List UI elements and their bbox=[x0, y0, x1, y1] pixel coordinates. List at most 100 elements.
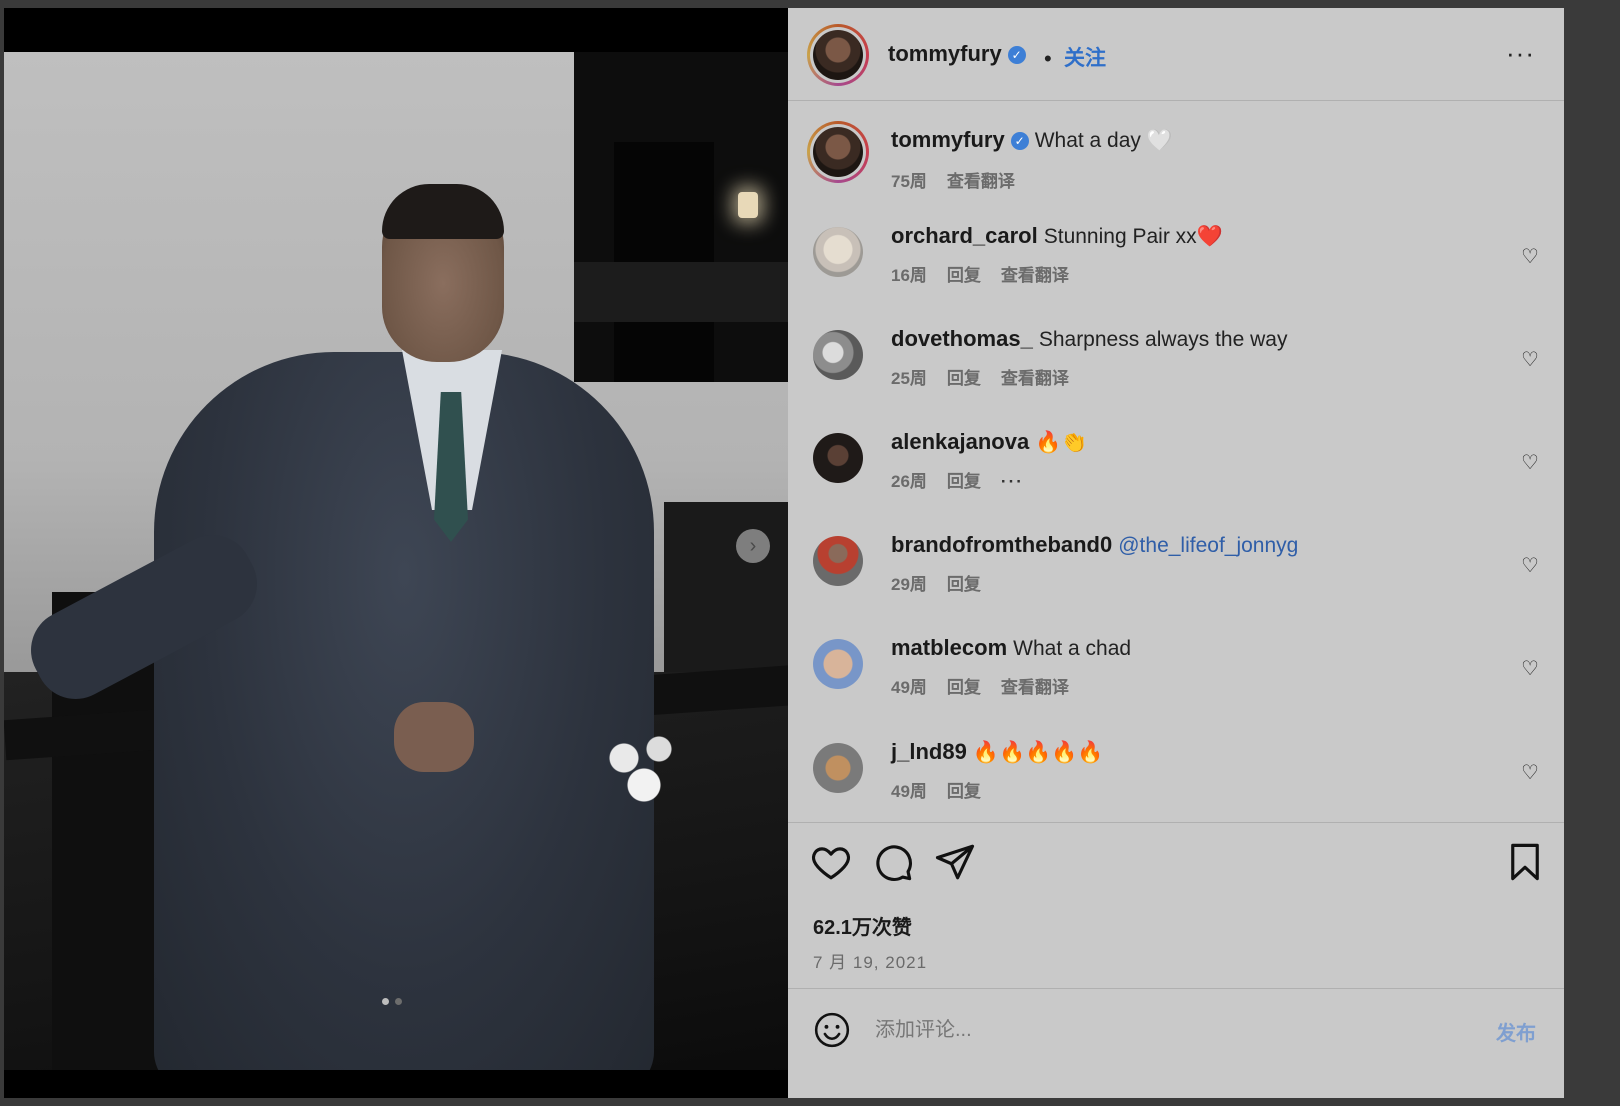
post-side-panel: tommyfury ✓ • 关注 ··· tommyfury ✓ What a day… bbox=[788, 8, 1564, 1098]
comment-age: 49周 bbox=[891, 678, 927, 697]
like-count[interactable]: 62.1万次赞 bbox=[813, 911, 912, 940]
comment-item: matblecom What a chad 49周 回复 查看翻译 ♡ bbox=[788, 617, 1564, 717]
comment-item: j_lnd89 🔥🔥🔥🔥🔥 49周 回复 ♡ bbox=[788, 721, 1564, 821]
follow-button[interactable]: 关注 bbox=[1064, 42, 1106, 72]
translate-link[interactable]: 查看翻译 bbox=[947, 172, 1015, 191]
comment-meta: 16周 回复 查看翻译 bbox=[891, 261, 1089, 286]
post-date: 7 月 19, 2021 bbox=[813, 953, 928, 972]
post-media: › bbox=[4, 8, 814, 1098]
commenter-avatar[interactable] bbox=[813, 639, 863, 689]
author-name-row: tommyfury ✓ bbox=[888, 41, 1026, 67]
author-avatar[interactable] bbox=[807, 24, 869, 86]
flowers bbox=[594, 722, 694, 812]
reply-link[interactable]: 回复 bbox=[947, 575, 981, 594]
heart-icon[interactable] bbox=[810, 841, 852, 883]
comment-username[interactable]: dovethomas_ bbox=[891, 326, 1033, 351]
carousel-dots bbox=[382, 998, 402, 1005]
comments-list[interactable]: tommyfury ✓ What a day 🤍 75周 查看翻译 orchard_c… bbox=[788, 101, 1564, 821]
commenter-avatar[interactable] bbox=[813, 536, 863, 586]
balcony-railing bbox=[574, 262, 814, 322]
share-icon[interactable] bbox=[934, 841, 976, 883]
comment-text: Stunning Pair xx❤️ bbox=[1043, 225, 1223, 248]
person-hair bbox=[382, 184, 504, 239]
chevron-right-icon: › bbox=[749, 535, 757, 557]
commenter-avatar[interactable] bbox=[813, 743, 863, 793]
carousel-next-button[interactable]: › bbox=[736, 529, 770, 563]
app-frame: › tommyfury ✓ • 关注 ··· tommyfury ✓ What … bbox=[0, 0, 1620, 1106]
comment-like-icon[interactable]: ♡ bbox=[1521, 244, 1539, 269]
comment-like-icon[interactable]: ♡ bbox=[1521, 450, 1539, 475]
verified-badge-icon: ✓ bbox=[1010, 132, 1029, 150]
wall-lamp bbox=[738, 192, 758, 218]
comment-mention-link[interactable]: @the_lifeof_jonnyg bbox=[1118, 534, 1298, 557]
comment-age: 25周 bbox=[891, 369, 927, 388]
post-header: tommyfury ✓ • 关注 ··· bbox=[788, 8, 1564, 101]
comment-username[interactable]: alenkajanova bbox=[891, 429, 1029, 454]
translate-link[interactable]: 查看翻译 bbox=[1001, 369, 1069, 388]
emoji-icon[interactable] bbox=[813, 1011, 851, 1049]
comment-username[interactable]: brandofromtheband0 bbox=[891, 532, 1112, 557]
comment-meta: 49周 回复 查看翻译 bbox=[891, 673, 1089, 698]
comment-input[interactable] bbox=[873, 1009, 1477, 1051]
comment-line: alenkajanova 🔥👏 bbox=[891, 429, 1087, 455]
comment-meta: 29周 回复 bbox=[891, 570, 1001, 595]
comment-line: matblecom What a chad bbox=[891, 635, 1131, 661]
translate-link[interactable]: 查看翻译 bbox=[1001, 266, 1069, 285]
translate-link[interactable]: 查看翻译 bbox=[1001, 678, 1069, 697]
comment-more-icon[interactable]: ··· bbox=[1001, 472, 1024, 491]
caption-meta: 75周 查看翻译 bbox=[891, 167, 1035, 192]
comment-line: brandofromtheband0 @the_lifeof_jonnyg bbox=[891, 532, 1298, 558]
comment-item: brandofromtheband0 @the_lifeof_jonnyg 29周… bbox=[788, 514, 1564, 614]
comment-text: What a chad bbox=[1013, 637, 1132, 660]
commenter-avatar[interactable] bbox=[813, 330, 863, 380]
comment-username[interactable]: j_lnd89 bbox=[891, 739, 967, 764]
carousel-dot-active bbox=[382, 998, 389, 1005]
comment-text: 🔥🔥🔥🔥🔥 bbox=[972, 741, 1104, 764]
post-photo bbox=[4, 52, 814, 1070]
verified-badge-icon: ✓ bbox=[1007, 46, 1026, 64]
comment-like-icon[interactable]: ♡ bbox=[1521, 347, 1539, 372]
caption-age: 75周 bbox=[891, 172, 927, 191]
comment-like-icon[interactable]: ♡ bbox=[1521, 656, 1539, 681]
comment-age: 49周 bbox=[891, 782, 927, 801]
comment-text: Sharpness always the way bbox=[1038, 328, 1288, 351]
comment-like-icon[interactable]: ♡ bbox=[1521, 553, 1539, 578]
comment-username[interactable]: orchard_carol bbox=[891, 223, 1038, 248]
comment-item: orchard_carol Stunning Pair xx❤️ 16周 回复 查看翻… bbox=[788, 205, 1564, 305]
comment-username[interactable]: matblecom bbox=[891, 635, 1007, 660]
reply-link[interactable]: 回复 bbox=[947, 782, 981, 801]
reply-link[interactable]: 回复 bbox=[947, 266, 981, 285]
comment-meta: 25周 回复 查看翻译 bbox=[891, 364, 1089, 389]
caption-line: tommyfury ✓ What a day 🤍 bbox=[891, 127, 1173, 153]
caption-avatar[interactable] bbox=[807, 121, 869, 183]
commenter-avatar[interactable] bbox=[813, 227, 863, 277]
post-actions: 62.1万次赞 7 月 19, 2021 bbox=[788, 822, 1564, 1003]
comment-composer: 发布 bbox=[788, 988, 1564, 1099]
comment-line: j_lnd89 🔥🔥🔥🔥🔥 bbox=[891, 739, 1104, 765]
carousel-dot bbox=[395, 998, 402, 1005]
caption-text: What a day 🤍 bbox=[1034, 129, 1173, 152]
comment-icon[interactable] bbox=[872, 841, 914, 883]
comment-item: alenkajanova 🔥👏 26周 回复 ··· ♡ bbox=[788, 411, 1564, 511]
person-hand bbox=[394, 702, 474, 772]
reply-link[interactable]: 回复 bbox=[947, 472, 981, 491]
author-username[interactable]: tommyfury bbox=[888, 41, 1002, 66]
comment-line: dovethomas_ Sharpness always the way bbox=[891, 326, 1287, 352]
reply-link[interactable]: 回复 bbox=[947, 678, 981, 697]
comment-meta: 49周 回复 bbox=[891, 777, 1001, 802]
comment-age: 16周 bbox=[891, 266, 927, 285]
comment-age: 26周 bbox=[891, 472, 927, 491]
header-separator: • bbox=[1044, 46, 1052, 71]
comment-like-icon[interactable]: ♡ bbox=[1521, 760, 1539, 785]
post-caption: tommyfury ✓ What a day 🤍 75周 查看翻译 bbox=[788, 101, 1564, 201]
commenter-avatar[interactable] bbox=[813, 433, 863, 483]
more-options-icon[interactable]: ··· bbox=[1506, 38, 1535, 69]
comment-item: dovethomas_ Sharpness always the way 25周 回… bbox=[788, 308, 1564, 408]
reply-link[interactable]: 回复 bbox=[947, 369, 981, 388]
bookmark-icon[interactable] bbox=[1504, 841, 1546, 883]
comment-text: 🔥👏 bbox=[1035, 431, 1088, 454]
caption-username[interactable]: tommyfury bbox=[891, 127, 1005, 152]
comment-age: 29周 bbox=[891, 575, 927, 594]
comment-meta: 26周 回复 ··· bbox=[891, 467, 1044, 492]
post-comment-button[interactable]: 发布 bbox=[1496, 1017, 1536, 1046]
